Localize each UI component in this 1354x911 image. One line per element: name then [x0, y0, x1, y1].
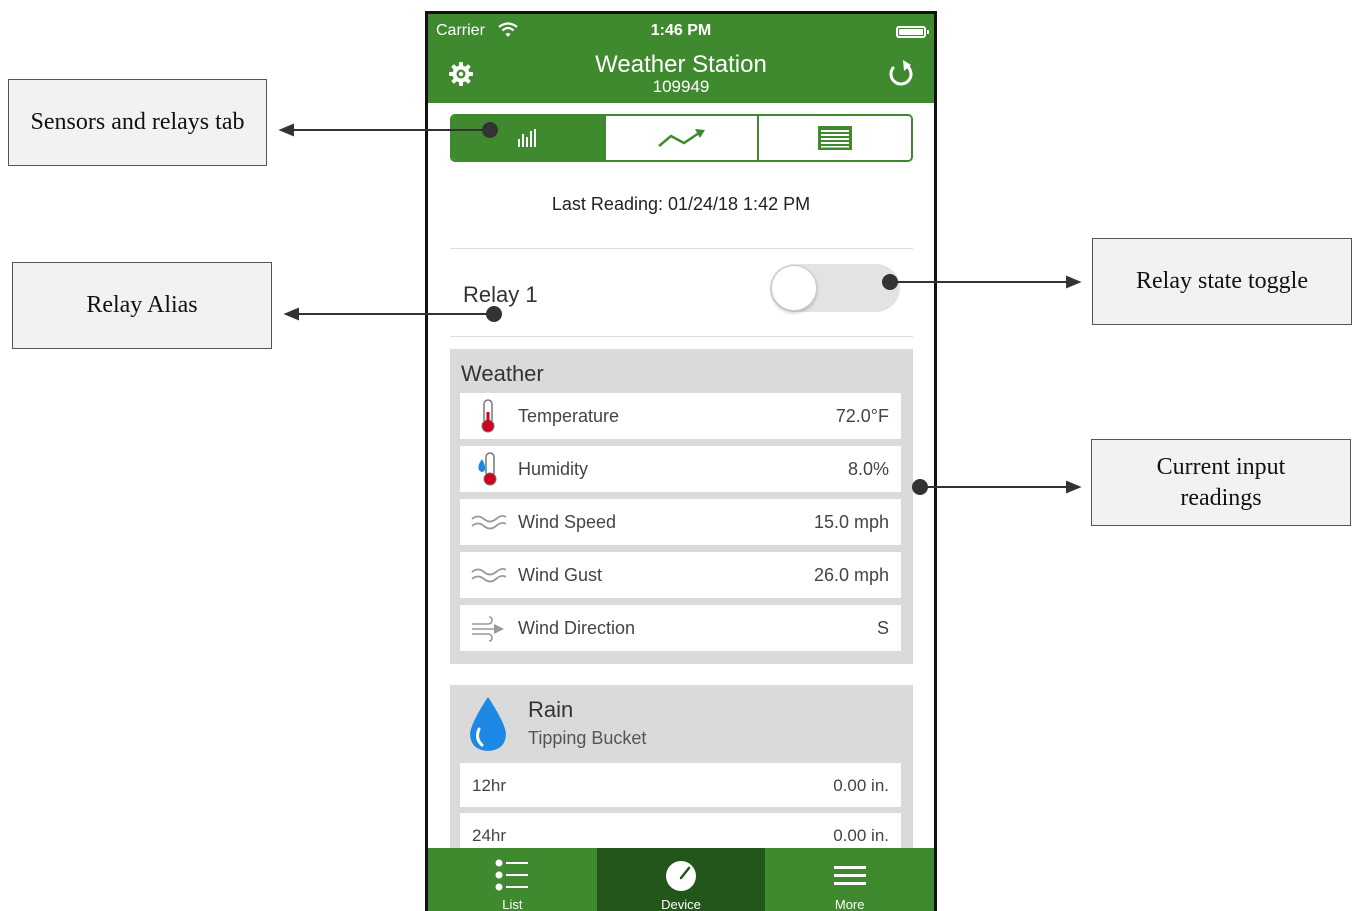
sensor-row-wind-speed[interactable]: Wind Speed 15.0 mph	[460, 499, 901, 545]
sensor-value: 26.0 mph	[813, 565, 889, 585]
tab-label: Device	[661, 897, 701, 911]
trend-line-icon	[657, 129, 705, 147]
bar-chart-icon	[517, 129, 536, 147]
last-reading-text: Last Reading: 01/24/18 1:42 PM	[551, 194, 811, 214]
tab-label: List	[502, 897, 523, 911]
sensor-label: Wind Direction	[518, 618, 636, 638]
callout-relay-toggle: Relay state toggle	[1092, 238, 1352, 325]
callout-sensors-text: Sensors and relays tab	[30, 109, 245, 135]
callout-toggle-text: Relay state toggle	[1136, 268, 1308, 294]
wind-icon	[471, 514, 506, 530]
segment-table[interactable]	[759, 116, 911, 160]
sensor-label: Humidity	[518, 459, 589, 479]
tab-device[interactable]: Device	[596, 848, 766, 911]
tab-label: More	[834, 897, 865, 911]
sensor-label: Wind Gust	[518, 565, 603, 585]
sensor-label: Wind Speed	[518, 512, 617, 532]
callout-readings-text: Current input readings	[1156, 453, 1286, 511]
weather-title: Weather	[461, 361, 544, 386]
rain-row-value: 0.00 in.	[833, 826, 889, 845]
sensor-value: 15.0 mph	[813, 512, 889, 532]
view-segmented-control	[450, 114, 913, 162]
tab-bar: List Device More	[428, 848, 934, 911]
rain-row-label: 12hr	[472, 776, 507, 795]
sensor-value: 8.0%	[847, 459, 889, 479]
sensor-row-wind-gust[interactable]: Wind Gust 26.0 mph	[460, 552, 901, 598]
humidity-icon	[478, 452, 497, 486]
sensor-row-temperature[interactable]: Temperature 72.0°F	[460, 393, 901, 439]
tab-list[interactable]: List	[428, 848, 597, 911]
sensor-label: Temperature	[518, 406, 620, 426]
rain-row-value: 0.00 in.	[833, 776, 889, 795]
sensor-value: 72.0°F	[835, 406, 889, 426]
refresh-icon[interactable]	[884, 56, 918, 90]
table-icon	[818, 126, 853, 150]
divider	[450, 336, 913, 337]
status-bar: Carrier 1:46 PM	[428, 21, 934, 43]
raindrop-icon	[470, 697, 506, 751]
thermometer-icon	[481, 399, 495, 433]
sensor-row-wind-direction[interactable]: Wind Direction S	[460, 605, 901, 651]
gauge-icon	[666, 861, 696, 891]
toggle-knob	[771, 265, 817, 311]
rain-row-label: 24hr	[472, 826, 507, 845]
callout-relay-alias: Relay Alias	[12, 262, 272, 349]
relay-row: Relay 1	[450, 250, 913, 336]
page-title: Weather Station	[595, 51, 767, 78]
callout-sensors-tab: Sensors and relays tab	[8, 79, 267, 166]
weather-panel: Weather Temperature 72.0°F Humidity 8.0%	[450, 349, 913, 664]
battery-icon	[896, 26, 929, 38]
list-icon	[495, 859, 529, 891]
sensor-row-humidity[interactable]: Humidity 8.0%	[460, 446, 901, 492]
rain-subtitle: Tipping Bucket	[528, 728, 647, 748]
status-time: 1:46 PM	[650, 22, 712, 39]
rain-title: Rain	[528, 697, 574, 722]
phone-screen: Carrier 1:46 PM Weather Station 109949 L…	[425, 11, 937, 911]
divider	[450, 248, 913, 249]
device-id: 109949	[652, 77, 710, 96]
tab-more[interactable]: More	[765, 848, 934, 911]
wind-icon	[471, 567, 506, 583]
wind-direction-icon	[472, 616, 504, 642]
relay-state-toggle[interactable]	[770, 264, 900, 312]
callout-alias-text: Relay Alias	[86, 292, 198, 318]
nav-header: Carrier 1:46 PM Weather Station 109949	[428, 14, 934, 103]
segment-graph[interactable]	[605, 116, 760, 160]
sensor-value: S	[876, 618, 889, 638]
menu-icon	[833, 866, 866, 885]
relay-alias[interactable]: Relay 1	[463, 282, 538, 308]
rain-row-12hr[interactable]: 12hr 0.00 in.	[460, 763, 901, 807]
segment-sensors[interactable]	[452, 116, 606, 160]
callout-current-readings: Current input readings	[1091, 439, 1351, 526]
